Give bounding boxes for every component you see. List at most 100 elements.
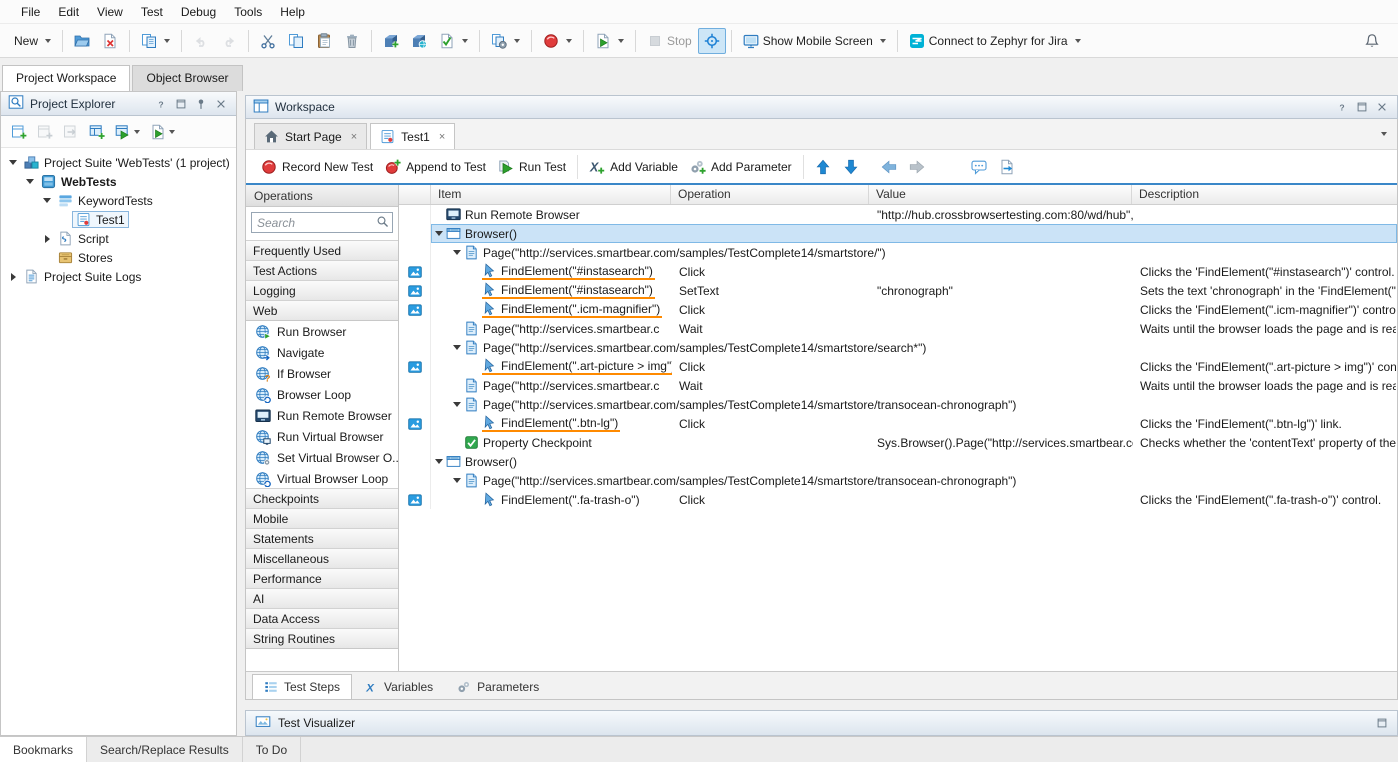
move-up-button[interactable] (809, 155, 837, 179)
test-step-row[interactable]: Page("http://services.smartbear.com/samp… (399, 395, 1397, 414)
ops-category-miscellaneous[interactable]: Miscellaneous (246, 548, 398, 569)
redo-button[interactable] (215, 28, 243, 54)
ops-item-set-virtual-browser-o[interactable]: Set Virtual Browser O... (246, 447, 398, 468)
visualizer-thumbnail[interactable] (399, 357, 431, 376)
indent-right-button[interactable] (903, 155, 931, 179)
tab-project-workspace[interactable]: Project Workspace (2, 65, 130, 91)
indent-left-button[interactable] (875, 155, 903, 179)
tree-item-script[interactable]: Script (1, 229, 236, 248)
workspace-closex-button[interactable] (1374, 99, 1390, 115)
add-comment-button[interactable] (965, 155, 993, 179)
ops-item-run-remote-browser[interactable]: Run Remote Browser (246, 405, 398, 426)
expander-icon[interactable] (453, 402, 461, 407)
ops-item-navigate[interactable]: Navigate (246, 342, 398, 363)
add-parameter-button[interactable]: Add Parameter (684, 155, 798, 179)
tab-test-steps[interactable]: Test Steps (252, 674, 352, 699)
project-explorer-pin-button[interactable] (193, 96, 209, 112)
close-tab-icon[interactable]: × (439, 131, 445, 143)
project-explorer-help-button[interactable]: ? (153, 96, 169, 112)
organize-items-button[interactable] (485, 28, 526, 54)
paste-button[interactable] (310, 28, 338, 54)
ops-item-browser-loop[interactable]: Browser Loop (246, 384, 398, 405)
copy-button[interactable] (282, 28, 310, 54)
test-step-row[interactable]: Page("http://services.smartbear.cWaitWai… (399, 319, 1397, 338)
add-existing-item-button[interactable] (34, 121, 56, 143)
test-step-row[interactable]: Browser() (399, 452, 1397, 471)
project-explorer-closex-button[interactable] (213, 96, 229, 112)
menu-test[interactable]: Test (132, 2, 172, 22)
ops-category-logging[interactable]: Logging (246, 280, 398, 301)
workspace-float-button[interactable] (1354, 99, 1370, 115)
panel-tab-bookmarks[interactable]: Bookmarks (0, 737, 87, 762)
notifications-button[interactable] (1358, 28, 1386, 54)
test-step-row[interactable]: FindElement(".icm-magnifier")ClickClicks… (399, 300, 1397, 319)
delete-button[interactable] (338, 28, 366, 54)
expand-open-icon[interactable] (9, 160, 17, 165)
add-web-testing-item-button[interactable] (405, 28, 433, 54)
object-spy-button[interactable] (698, 28, 726, 54)
ops-category-string-routines[interactable]: String Routines (246, 628, 398, 649)
tab-list-dropdown-icon[interactable] (1378, 125, 1387, 139)
visualizer-thumbnail[interactable] (399, 262, 431, 281)
save-all-button[interactable] (135, 28, 176, 54)
tree-item-stores[interactable]: Stores (1, 248, 236, 267)
connect-zephyr-button[interactable]: Connect to Zephyr for Jira (903, 28, 1087, 54)
menu-debug[interactable]: Debug (172, 2, 225, 22)
close-tab-icon[interactable]: × (351, 131, 357, 143)
tab-parameters[interactable]: Parameters (445, 674, 551, 699)
doc-tab-test1[interactable]: Test1× (370, 123, 455, 149)
panel-tab-to-do[interactable]: To Do (243, 737, 301, 762)
menu-edit[interactable]: Edit (49, 2, 88, 22)
close-button[interactable] (96, 28, 124, 54)
ops-category-performance[interactable]: Performance (246, 568, 398, 589)
run-test-button[interactable]: Run Test (492, 155, 572, 179)
test-step-row[interactable]: FindElement(".art-picture > img")ClickCl… (399, 357, 1397, 376)
test-step-row[interactable]: Browser() (399, 224, 1397, 243)
test-step-row[interactable]: FindElement(".btn-lg")ClickClicks the 'F… (399, 414, 1397, 433)
record-button[interactable] (537, 28, 578, 54)
ops-category-mobile[interactable]: Mobile (246, 508, 398, 529)
expand-closed-icon[interactable] (45, 235, 50, 243)
move-down-button[interactable] (837, 155, 865, 179)
test-step-row[interactable]: Page("http://services.smartbear.com/samp… (399, 243, 1397, 262)
undo-button[interactable] (187, 28, 215, 54)
tree-item-webtests[interactable]: WebTests (1, 172, 236, 191)
test-step-row[interactable]: FindElement("#instasearch")ClickClicks t… (399, 262, 1397, 281)
grid-column-item[interactable]: Item (431, 185, 671, 204)
tree-item-keywordtests[interactable]: KeywordTests (1, 191, 236, 210)
panel-tab-search-replace-results[interactable]: Search/Replace Results (87, 737, 243, 762)
expand-open-icon[interactable] (43, 198, 51, 203)
test-step-row[interactable]: Property CheckpointSys.Browser().Page("h… (399, 433, 1397, 452)
expander-icon[interactable] (453, 250, 461, 255)
visualizer-thumbnail[interactable] (399, 414, 431, 433)
import-item-button[interactable] (60, 121, 82, 143)
append-to-test-button[interactable]: Append to Test (379, 155, 492, 179)
export-to-script-button[interactable] (993, 155, 1021, 179)
new-button[interactable]: New (8, 29, 57, 53)
ops-category-statements[interactable]: Statements (246, 528, 398, 549)
expander-icon[interactable] (453, 478, 461, 483)
grid-column-description[interactable]: Description (1132, 185, 1397, 204)
expand-closed-icon[interactable] (11, 273, 16, 281)
panel-splitter[interactable] (237, 91, 245, 736)
expander-icon[interactable] (435, 231, 443, 236)
ops-item-run-virtual-browser[interactable]: Run Virtual Browser (246, 426, 398, 447)
expander-icon[interactable] (435, 459, 443, 464)
stop-button[interactable]: Stop (641, 28, 698, 54)
test-visualizer-header[interactable]: Test Visualizer (245, 710, 1398, 736)
workspace-help-button[interactable]: ? (1334, 99, 1350, 115)
grid-column-operation[interactable]: Operation (671, 185, 869, 204)
test-step-row[interactable]: Run Remote Browser"http://hub.crossbrows… (399, 205, 1397, 224)
tree-item-test1[interactable]: Test1 (1, 210, 236, 229)
ops-category-checkpoints[interactable]: Checkpoints (246, 488, 398, 509)
tree-item-project-suite-webtests-1-project[interactable]: Project Suite 'WebTests' (1 project) (1, 153, 236, 172)
ops-category-ai[interactable]: AI (246, 588, 398, 609)
tab-variables[interactable]: XVariables (352, 674, 445, 699)
cut-button[interactable] (254, 28, 282, 54)
menu-help[interactable]: Help (271, 2, 314, 22)
run-project-button[interactable] (112, 121, 143, 143)
ops-category-frequently-used[interactable]: Frequently Used (246, 240, 398, 261)
tab-object-browser[interactable]: Object Browser (132, 65, 242, 91)
visualizer-thumbnail[interactable] (399, 300, 431, 319)
test-step-row[interactable]: FindElement("#instasearch")SetText"chron… (399, 281, 1397, 300)
